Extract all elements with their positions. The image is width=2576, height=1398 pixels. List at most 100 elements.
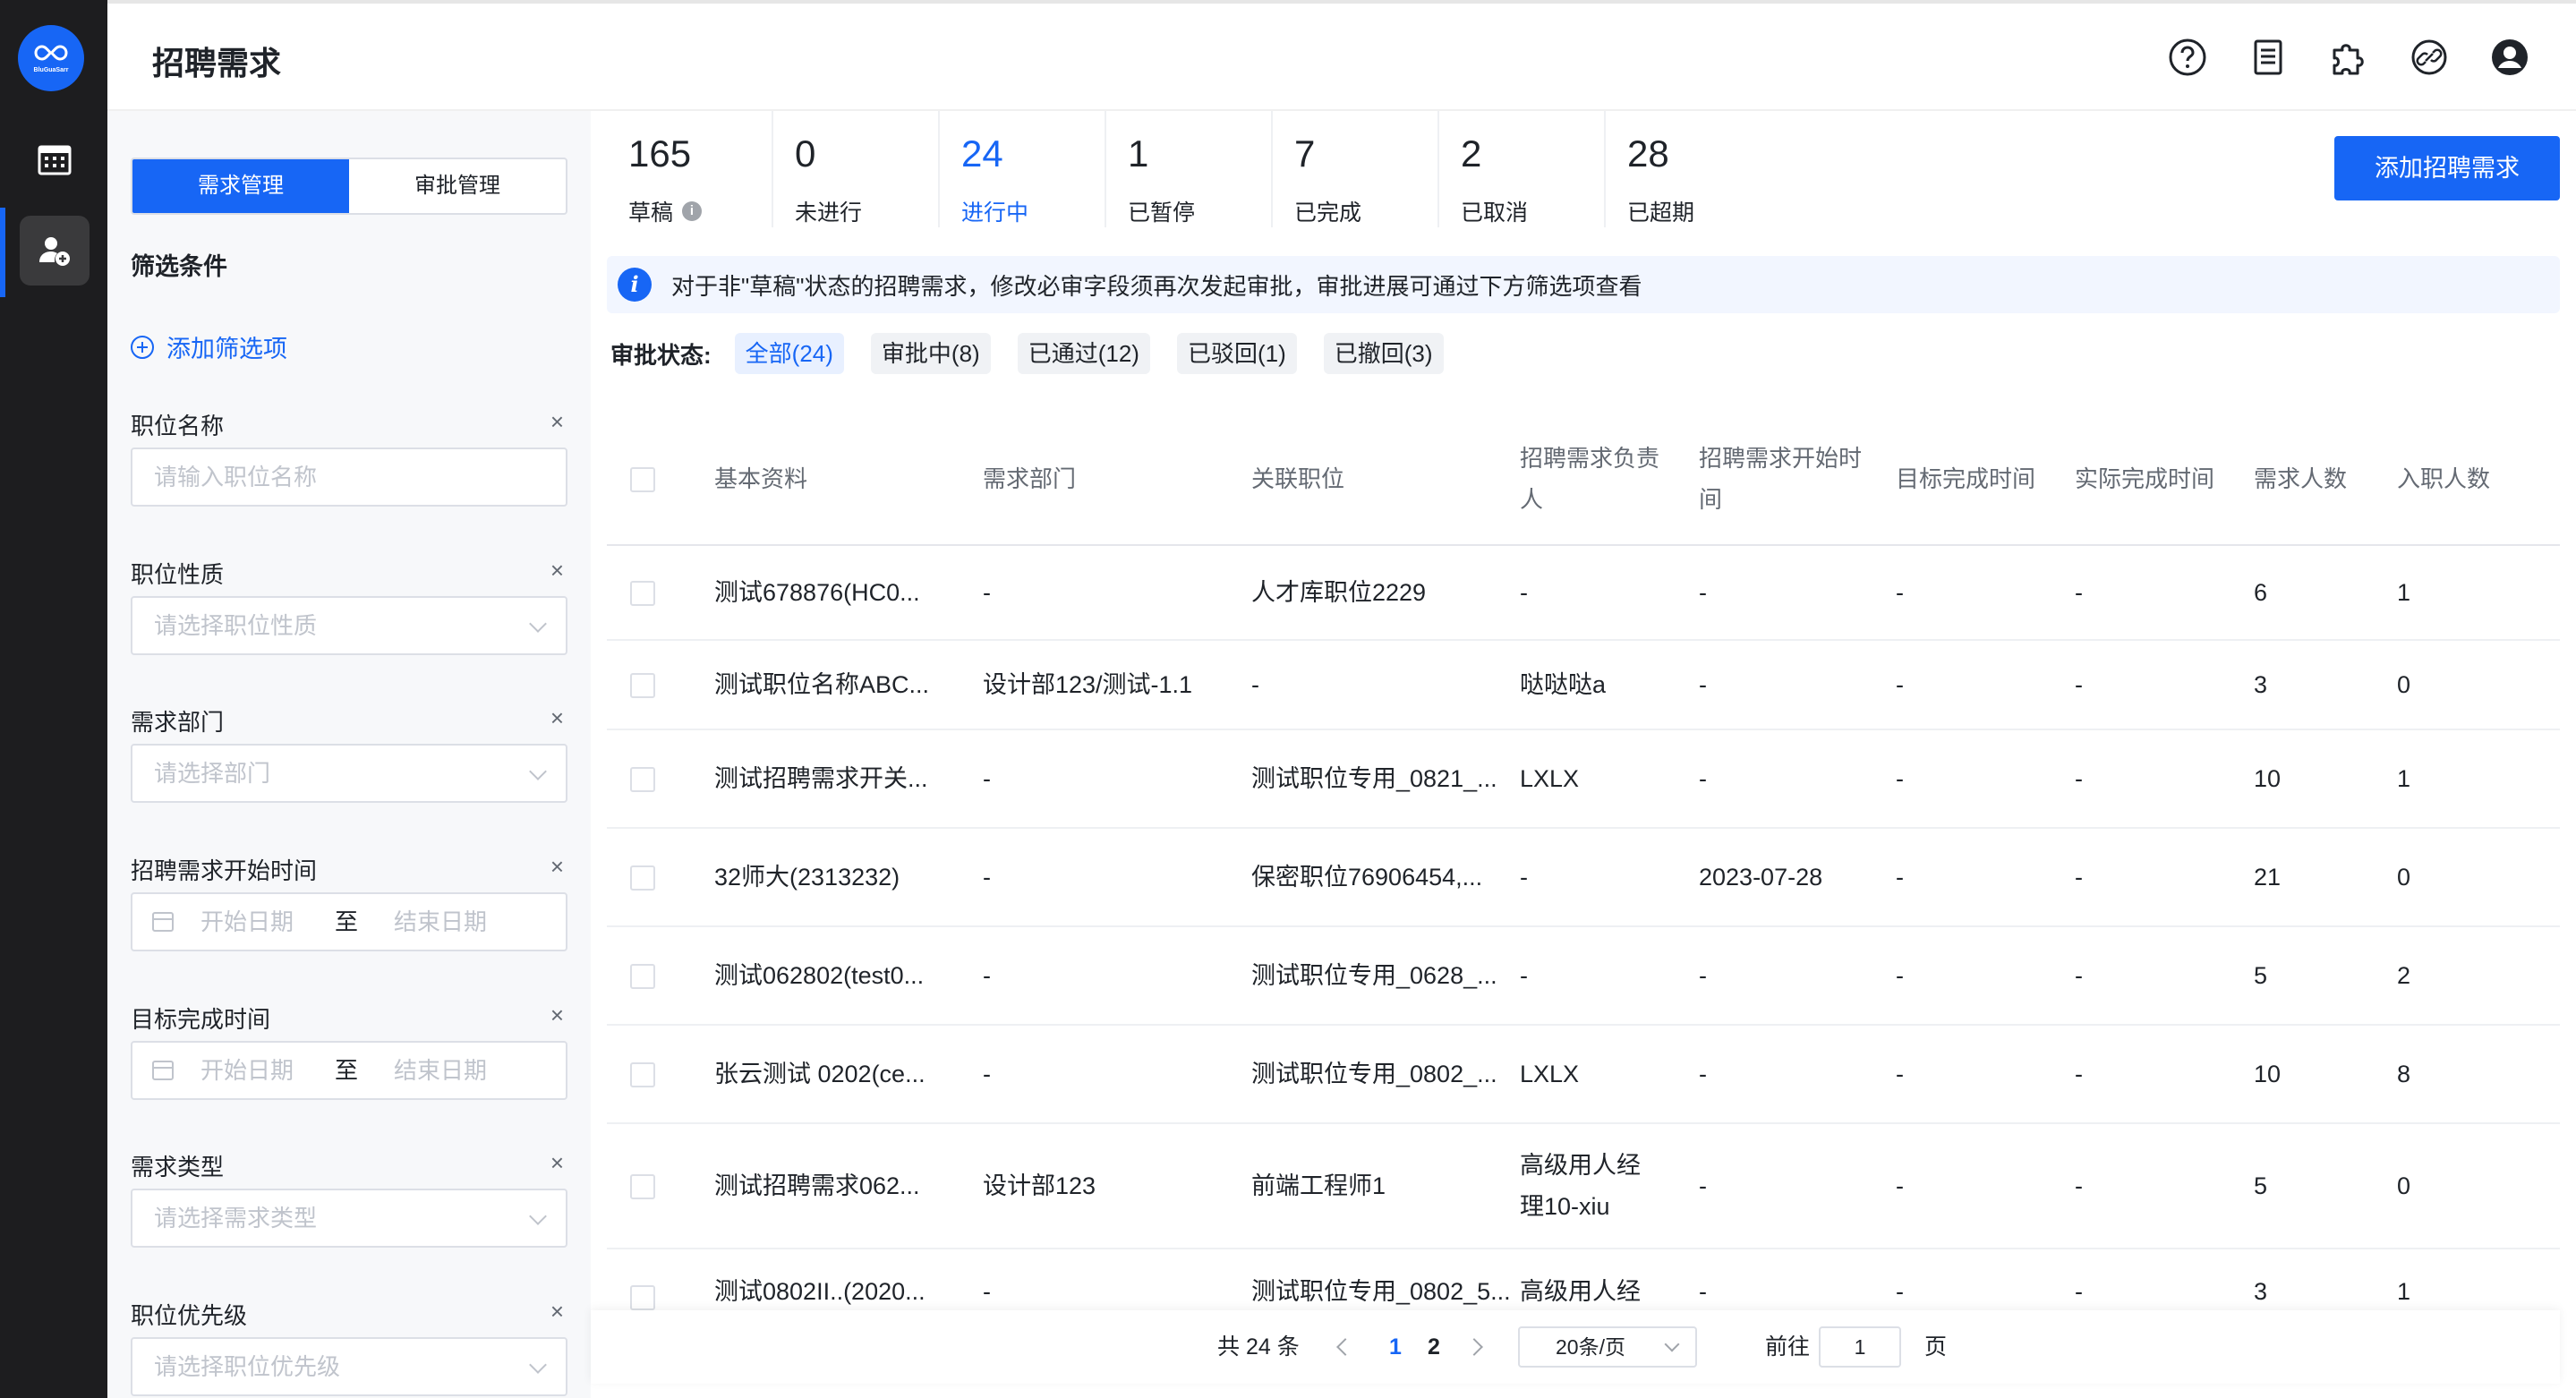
job-nature-select[interactable]: 请选择职位性质 [131, 596, 567, 655]
table-cell: - [1896, 962, 1904, 989]
page-title: 招聘需求 [152, 45, 282, 81]
demand-type-select[interactable]: 请选择需求类型 [131, 1189, 567, 1248]
table-row[interactable]: 32师大(2313232) - 保密职位76906454,... -2023-07-2… [607, 829, 2560, 927]
table-row[interactable]: 测试678876(HC0... - 人才库职位2229- - - -6 1 [607, 546, 2560, 641]
page-2[interactable]: 2 [1428, 1310, 1440, 1384]
table-cell: 5 [2254, 962, 2268, 989]
close-icon[interactable]: × [550, 557, 564, 584]
chip-rejected[interactable]: 已驳回(1) [1176, 333, 1297, 374]
close-icon[interactable]: × [550, 408, 564, 436]
stat-draft[interactable]: 165 草稿 i [607, 111, 773, 227]
user-icon[interactable] [2490, 38, 2529, 77]
table-cell: 1 [2397, 1278, 2411, 1305]
start-time-range-picker[interactable]: 开始日期 至 结束日期 [131, 892, 567, 951]
cell-basic-info[interactable]: 32师大(2313232) [714, 829, 956, 925]
range-start[interactable]: 开始日期 [200, 1043, 335, 1098]
row-checkbox[interactable] [630, 1285, 655, 1310]
close-icon[interactable]: × [550, 704, 564, 732]
column-header[interactable]: 需求人数 [2254, 412, 2370, 546]
column-header[interactable]: 目标完成时间 [1896, 412, 2039, 546]
stat-count: 24 [961, 132, 1003, 175]
cell-basic-info[interactable]: 张云测试 0202(ce... [714, 1026, 956, 1122]
chevron-right-icon[interactable] [1465, 1338, 1483, 1356]
chevron-down-icon [1664, 1336, 1680, 1352]
stat-overdue[interactable]: 28 已超期 [1606, 111, 1772, 227]
column-header[interactable]: 入职人数 [2397, 412, 2513, 546]
rail-item-calendar[interactable] [20, 125, 90, 195]
table-row[interactable]: 张云测试 0202(ce... - 测试职位专用_0802_... LXLX - - - 10… [607, 1026, 2560, 1124]
row-checkbox[interactable] [630, 964, 655, 989]
range-end[interactable]: 结束日期 [394, 894, 487, 950]
table-row[interactable]: 测试062802(test0... - 测试职位专用_0628_... - - - -5 2 [607, 927, 2560, 1026]
column-header[interactable]: 基本资料 [714, 412, 849, 546]
cell-basic-info[interactable]: 测试678876(HC0... [714, 546, 956, 639]
target-time-range-picker[interactable]: 开始日期 至 结束日期 [131, 1041, 567, 1100]
column-header[interactable]: 需求部门 [983, 412, 1117, 546]
link-icon[interactable] [2410, 38, 2449, 77]
row-checkbox[interactable] [630, 767, 655, 792]
tab-approval-management[interactable]: 审批管理 [349, 159, 566, 213]
chip-pending[interactable]: 审批中(8) [870, 333, 991, 374]
add-filter-button[interactable]: 添加筛选项 [131, 329, 287, 364]
chip-withdrawn[interactable]: 已撤回(3) [1323, 333, 1444, 374]
chevron-down-icon [529, 763, 547, 780]
stat-cancelled[interactable]: 2 已取消 [1439, 111, 1606, 227]
filter-job-name: 职位名称 × 请输入职位名称 [131, 408, 567, 507]
puzzle-icon[interactable] [2329, 38, 2368, 77]
department-select[interactable]: 请选择部门 [131, 744, 567, 803]
field-label: 招聘需求开始时间 [131, 857, 318, 884]
table-row[interactable]: 测试0802II..(2020... - 测试职位专用_0802_5... 高级用人经… [607, 1249, 2560, 1312]
calendar-grid-icon [38, 145, 72, 175]
cell-basic-info[interactable]: 测试0802II..(2020... [714, 1271, 956, 1310]
tab-demand-management[interactable]: 需求管理 [132, 159, 349, 213]
table-row[interactable]: 测试招聘需求062... 设计部123 前端工程师1 高级用人经理10-xiu - - - 5… [607, 1124, 2560, 1249]
cell-basic-info[interactable]: 测试招聘需求062... [714, 1124, 956, 1248]
row-checkbox[interactable] [630, 1174, 655, 1199]
column-header[interactable]: 招聘需求开始时间 [1699, 412, 1869, 546]
row-checkbox[interactable] [630, 865, 655, 891]
stat-paused[interactable]: 1 已暂停 [1106, 111, 1273, 227]
select-all-checkbox[interactable] [630, 467, 655, 492]
job-name-input[interactable]: 请输入职位名称 [131, 448, 567, 507]
goto-page-input[interactable]: 1 [1819, 1326, 1901, 1368]
help-icon[interactable] [2168, 38, 2207, 77]
table-row[interactable]: 测试招聘需求开关... - 测试职位专用_0821_... LXLX - - -10 1 [607, 730, 2560, 829]
table-cell: - [1520, 962, 1528, 989]
stat-not-started[interactable]: 0 未进行 [773, 111, 940, 227]
chip-all[interactable]: 全部(24) [734, 333, 844, 374]
range-start[interactable]: 开始日期 [200, 894, 335, 950]
close-icon[interactable]: × [550, 853, 564, 881]
stat-completed[interactable]: 7 已完成 [1273, 111, 1439, 227]
chip-approved[interactable]: 已通过(12) [1017, 333, 1150, 374]
table-cell: - [1699, 1172, 1707, 1199]
rail-item-recruit[interactable] [20, 216, 90, 286]
column-header[interactable]: 招聘需求负责人 [1520, 412, 1663, 546]
row-checkbox[interactable] [630, 673, 655, 698]
cell-basic-info[interactable]: 测试062802(test0... [714, 927, 956, 1024]
table-cell: - [1896, 864, 1904, 891]
table-cell: - [983, 579, 991, 606]
close-icon[interactable]: × [550, 1002, 564, 1029]
info-icon[interactable]: i [682, 201, 703, 221]
stat-label: 未进行 [795, 200, 863, 226]
document-icon[interactable] [2248, 38, 2288, 77]
page-1[interactable]: 1 [1389, 1310, 1402, 1384]
job-priority-select[interactable]: 请选择职位优先级 [131, 1337, 567, 1396]
stat-in-progress[interactable]: 24 进行中 [940, 111, 1106, 227]
chevron-left-icon[interactable] [1336, 1338, 1354, 1356]
column-header[interactable]: 实际完成时间 [2075, 412, 2218, 546]
table-cell: 0 [2397, 864, 2411, 891]
app-logo[interactable]: BluGuaSarr [18, 25, 84, 91]
table-cell: 哒哒哒a [1520, 671, 1607, 698]
row-checkbox[interactable] [630, 581, 655, 606]
row-checkbox[interactable] [630, 1062, 655, 1087]
close-icon[interactable]: × [550, 1149, 564, 1177]
cell-basic-info[interactable]: 测试职位名称ABC... [714, 641, 956, 729]
range-end[interactable]: 结束日期 [394, 1043, 487, 1098]
cell-basic-info[interactable]: 测试招聘需求开关... [714, 730, 956, 827]
add-demand-button[interactable]: 添加招聘需求 [2334, 136, 2560, 200]
page-size-select[interactable]: 20条/页 [1518, 1326, 1697, 1368]
column-header[interactable]: 关联职位 [1251, 412, 1386, 546]
table-row[interactable]: 测试职位名称ABC... 设计部123/测试-1.1 - 哒哒哒a - - - 3 0 [607, 641, 2560, 730]
close-icon[interactable]: × [550, 1298, 564, 1326]
